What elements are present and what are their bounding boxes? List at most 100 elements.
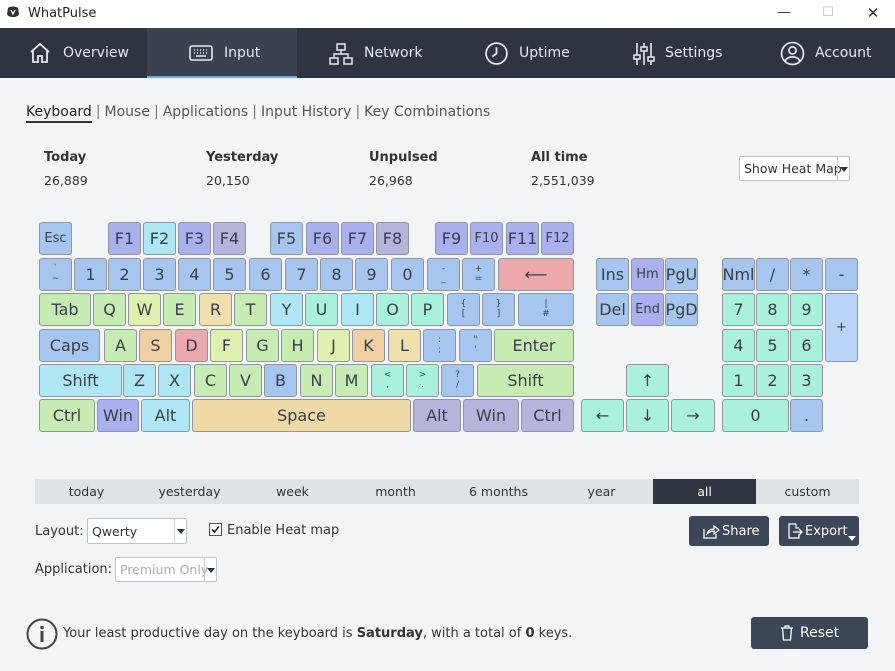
reset-button[interactable]: Reset	[751, 617, 868, 649]
key-arrow-left[interactable]: ←	[581, 399, 624, 432]
heatmap-select[interactable]: Show Heat Map	[739, 156, 850, 181]
period-year[interactable]: year	[550, 479, 653, 504]
key-2[interactable]: 2	[108, 258, 141, 291]
key-equal[interactable]: + =	[462, 258, 495, 291]
key-esc[interactable]: Esc	[39, 222, 72, 255]
key-home[interactable]: Hm	[631, 258, 664, 291]
key-y[interactable]: Y	[270, 293, 303, 326]
tab-overview[interactable]: Overview	[0, 28, 147, 78]
key-page-down[interactable]: PgD	[665, 293, 698, 326]
key-arrow-down[interactable]: ↓	[626, 399, 669, 432]
heatmap-checkbox[interactable]	[209, 523, 222, 536]
key-f3[interactable]: F3	[178, 222, 211, 255]
key-o[interactable]: O	[376, 293, 409, 326]
period-custom[interactable]: custom	[756, 479, 859, 504]
key-minus[interactable]: - _	[427, 258, 460, 291]
key-f2[interactable]: F2	[143, 222, 176, 255]
key-q[interactable]: Q	[93, 293, 126, 326]
key-numpad-decimal[interactable]: .	[790, 399, 823, 432]
key-backtick[interactable]: ` ~	[39, 258, 72, 291]
key-0[interactable]: 0	[391, 258, 424, 291]
key-quote[interactable]: " '	[459, 329, 492, 362]
key-u[interactable]: U	[305, 293, 338, 326]
export-button[interactable]: Export	[779, 516, 859, 546]
tab-uptime[interactable]: Uptime	[447, 28, 597, 78]
key-slash[interactable]: ? /	[441, 364, 474, 397]
key-right-alt[interactable]: Alt	[413, 399, 461, 432]
key-numpad-add[interactable]: +	[825, 293, 858, 362]
layout-select[interactable]: Qwerty	[87, 518, 187, 544]
minimize-button[interactable]: —	[761, 0, 807, 28]
key-6[interactable]: 6	[249, 258, 282, 291]
key-backspace[interactable]: ⟵	[498, 258, 574, 291]
key-f4[interactable]: F4	[213, 222, 246, 255]
key-left-ctrl[interactable]: Ctrl	[39, 399, 95, 432]
key-k[interactable]: K	[352, 329, 385, 362]
period-month[interactable]: month	[344, 479, 447, 504]
key-right-bracket[interactable]: }]	[482, 293, 515, 326]
period-6-months[interactable]: 6 months	[447, 479, 550, 504]
key-f5[interactable]: F5	[270, 222, 303, 255]
key-delete[interactable]: Del	[596, 293, 629, 326]
key-f9[interactable]: F9	[435, 222, 468, 255]
key-arrow-right[interactable]: →	[671, 399, 715, 432]
key-left-alt[interactable]: Alt	[141, 399, 190, 432]
key-numlock[interactable]: Nml	[722, 258, 755, 291]
subtab-key-combinations[interactable]: Key Combinations	[364, 104, 490, 120]
key-right-win[interactable]: Win	[463, 399, 519, 432]
key-space[interactable]: Space	[192, 399, 411, 432]
key-arrow-up[interactable]: ↑	[626, 364, 669, 397]
key-period[interactable]: >.	[406, 364, 439, 397]
key-b[interactable]: B	[264, 364, 297, 397]
key-f6[interactable]: F6	[306, 222, 339, 255]
key-numpad-1[interactable]: 1	[722, 364, 755, 397]
period-today[interactable]: today	[35, 479, 138, 504]
key-numpad-subtract[interactable]: -	[825, 258, 858, 291]
subtab-mouse[interactable]: Mouse	[105, 104, 150, 120]
subtab-keyboard[interactable]: Keyboard	[26, 104, 92, 123]
share-button[interactable]: Share	[689, 516, 769, 546]
key-enter[interactable]: Enter	[494, 329, 574, 362]
key-numpad-5[interactable]: 5	[756, 329, 789, 362]
key-insert[interactable]: Ins	[596, 258, 629, 291]
key-numpad-multiply[interactable]: *	[790, 258, 823, 291]
key-g[interactable]: G	[246, 329, 279, 362]
key-left-shift[interactable]: Shift	[39, 364, 122, 397]
key-numpad-4[interactable]: 4	[722, 329, 755, 362]
key-numpad-2[interactable]: 2	[756, 364, 789, 397]
key-n[interactable]: N	[300, 364, 333, 397]
key-p[interactable]: P	[411, 293, 444, 326]
key-end[interactable]: End	[631, 293, 664, 326]
key-right-shift[interactable]: Shift	[477, 364, 574, 397]
key-7[interactable]: 7	[285, 258, 318, 291]
key-w[interactable]: W	[128, 293, 161, 326]
key-c[interactable]: C	[194, 364, 227, 397]
key-comma[interactable]: <,	[371, 364, 404, 397]
key-semicolon[interactable]: :;	[423, 329, 456, 362]
key-1[interactable]: 1	[74, 258, 107, 291]
key-v[interactable]: V	[229, 364, 262, 397]
key-e[interactable]: E	[163, 293, 196, 326]
key-t[interactable]: T	[234, 293, 267, 326]
key-numpad-9[interactable]: 9	[790, 293, 823, 326]
key-j[interactable]: J	[317, 329, 350, 362]
key-f[interactable]: F	[210, 329, 243, 362]
key-f8[interactable]: F8	[376, 222, 409, 255]
tab-input[interactable]: Input	[147, 28, 297, 78]
key-8[interactable]: 8	[320, 258, 353, 291]
key-numpad-3[interactable]: 3	[790, 364, 823, 397]
close-button[interactable]: ✕	[850, 0, 895, 28]
key-f10[interactable]: F10	[470, 222, 503, 255]
key-backslash[interactable]: | #	[518, 293, 574, 326]
key-f1[interactable]: F1	[108, 222, 141, 255]
key-numpad-7[interactable]: 7	[722, 293, 755, 326]
key-f12[interactable]: F12	[541, 222, 574, 255]
key-numpad-8[interactable]: 8	[756, 293, 789, 326]
key-z[interactable]: Z	[123, 364, 156, 397]
key-numpad-0[interactable]: 0	[722, 399, 789, 432]
tab-settings[interactable]: Settings	[597, 28, 747, 78]
key-left-bracket[interactable]: {[	[447, 293, 480, 326]
key-d[interactable]: D	[175, 329, 208, 362]
key-a[interactable]: A	[104, 329, 137, 362]
key-r[interactable]: R	[199, 293, 232, 326]
